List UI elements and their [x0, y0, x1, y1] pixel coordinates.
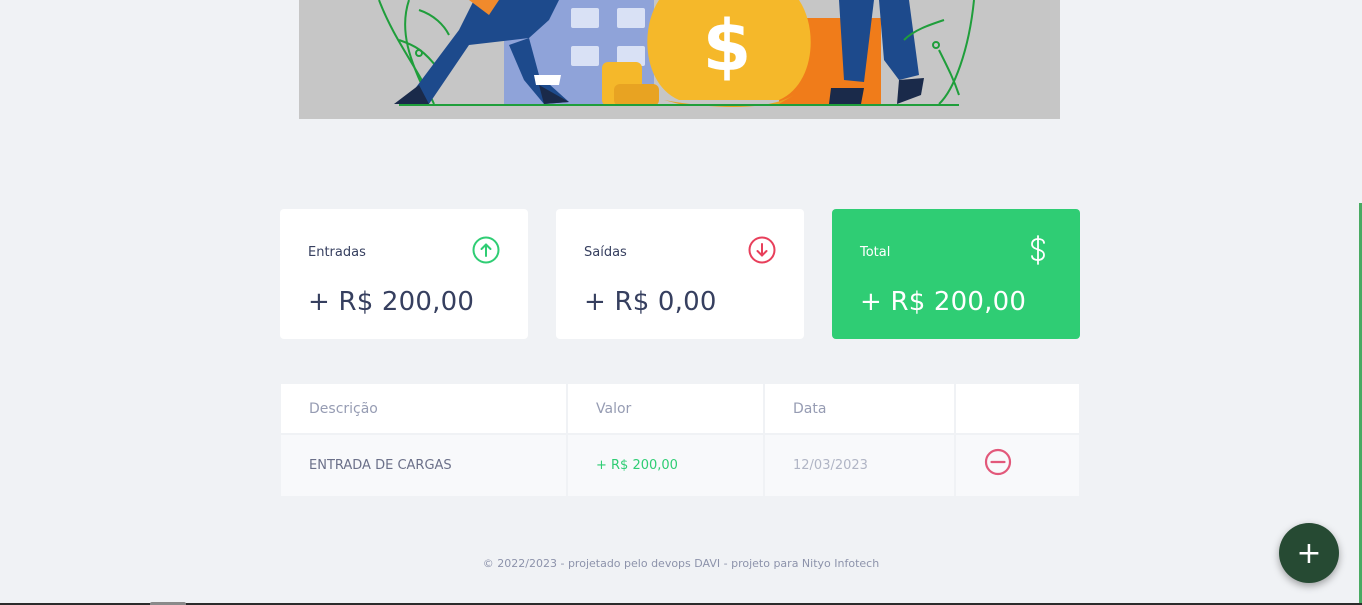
- minus-circle-icon[interactable]: [984, 448, 1012, 480]
- footer-text: © 2022/2023 - projetado pelo devops DAVI…: [482, 557, 880, 570]
- table-header-row: Descrição Valor Data: [281, 384, 1079, 433]
- column-header-date: Data: [765, 384, 956, 433]
- transactions-table: Descrição Valor Data ENTRADA DE CARGAS +…: [281, 382, 1079, 498]
- expense-card-label: Saídas: [584, 244, 627, 260]
- arrow-up-circle-icon: [472, 236, 500, 268]
- expense-card-header: Saídas: [584, 236, 776, 268]
- total-card-header: Total: [860, 234, 1052, 270]
- transaction-actions: [956, 435, 1079, 496]
- income-card-header: Entradas: [308, 236, 500, 268]
- plus-icon: +: [1296, 535, 1322, 571]
- column-header-amount: Valor: [568, 384, 765, 433]
- column-header-description: Descrição: [281, 384, 568, 433]
- total-card: Total + R$ 200,00: [832, 209, 1080, 339]
- transactions-section: Descrição Valor Data ENTRADA DE CARGAS +…: [281, 382, 1079, 498]
- expense-card-value: + R$ 0,00: [584, 287, 717, 317]
- column-header-actions: [956, 384, 1079, 433]
- hero-illustration: $: [299, 0, 1060, 119]
- transaction-amount: + R$ 200,00: [568, 435, 765, 496]
- svg-text:$: $: [703, 5, 752, 87]
- transaction-description: ENTRADA DE CARGAS: [281, 435, 568, 496]
- expense-card: Saídas + R$ 0,00: [556, 209, 804, 339]
- total-card-label: Total: [860, 244, 891, 260]
- income-card-label: Entradas: [308, 244, 366, 260]
- add-transaction-button[interactable]: +: [1279, 523, 1339, 583]
- income-card-value: + R$ 200,00: [308, 287, 475, 317]
- transaction-date: 12/03/2023: [765, 435, 956, 496]
- total-card-value: + R$ 200,00: [860, 287, 1027, 317]
- balance-cards: Entradas + R$ 200,00 Saídas + R$ 0,00 To…: [280, 209, 1080, 339]
- dollar-sign-icon: [1024, 234, 1052, 270]
- table-row: ENTRADA DE CARGAS + R$ 200,00 12/03/2023: [281, 435, 1079, 496]
- income-card: Entradas + R$ 200,00: [280, 209, 528, 339]
- arrow-down-circle-icon: [748, 236, 776, 268]
- page-footer: © 2022/2023 - projetado pelo devops DAVI…: [0, 557, 1362, 570]
